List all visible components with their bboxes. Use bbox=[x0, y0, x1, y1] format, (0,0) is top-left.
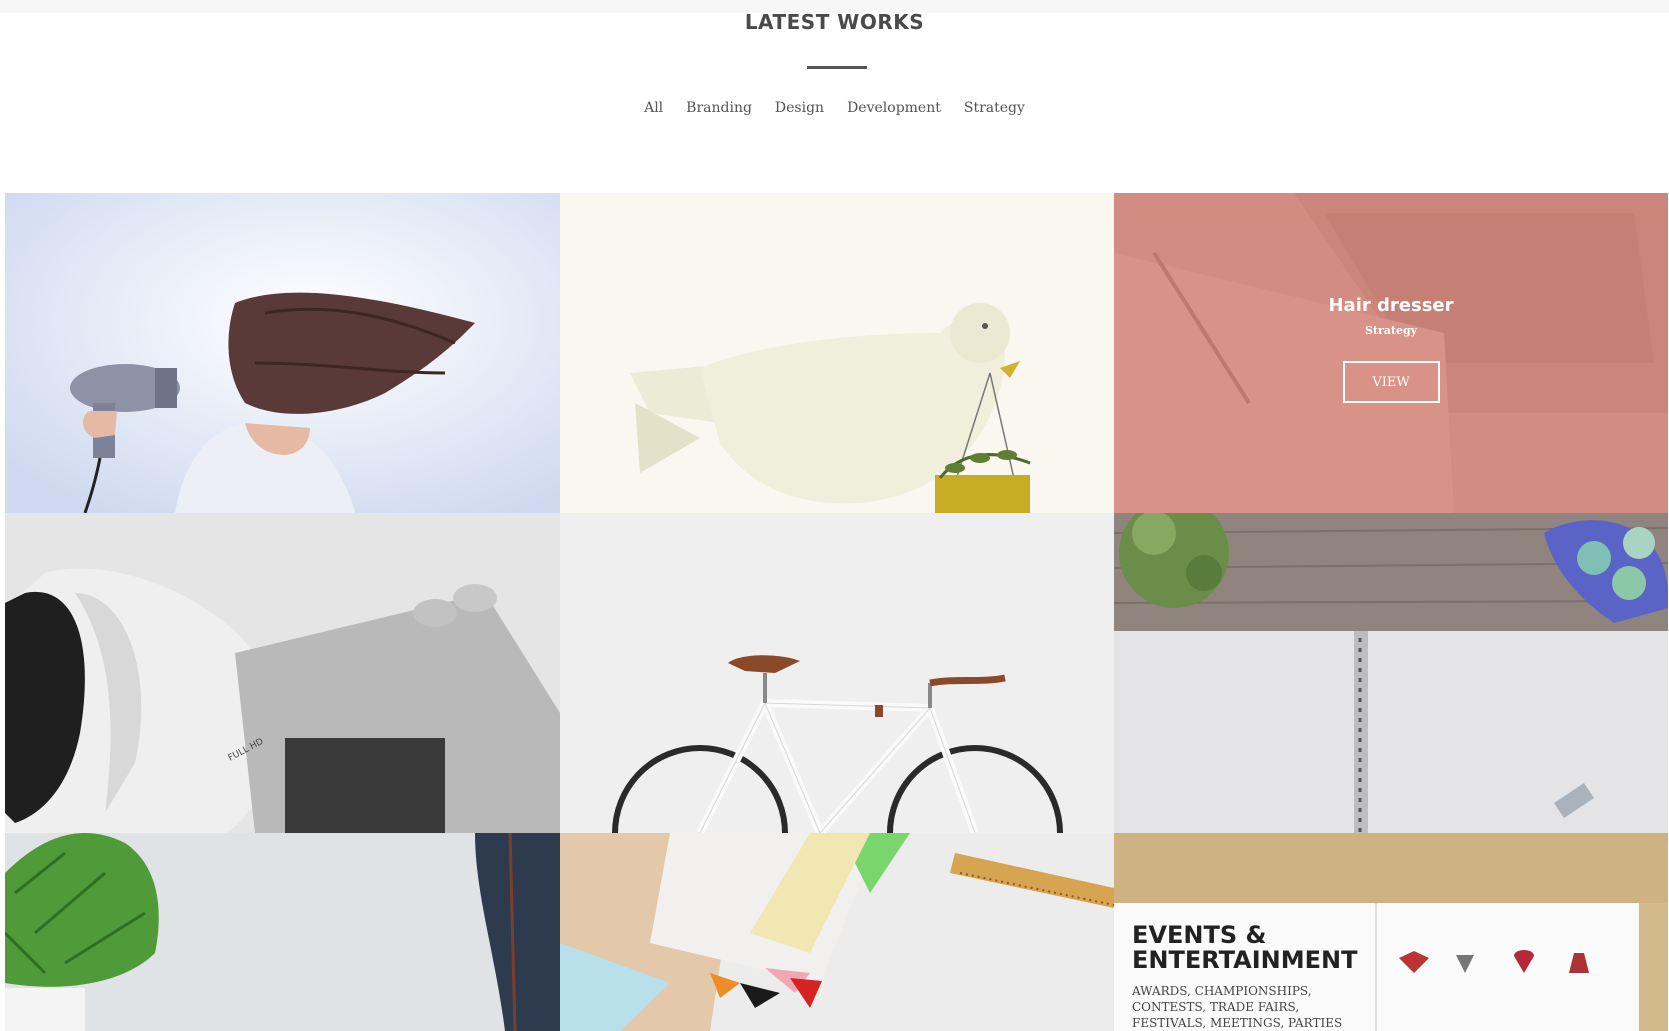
portfolio-item-camera[interactable]: FULL HD bbox=[5, 513, 560, 833]
portfolio-item-dove[interactable] bbox=[560, 193, 1114, 513]
portfolio-filter-bar: All Branding Design Development Strategy bbox=[0, 100, 1669, 116]
poster-sub-1: AWARDS, CHAMPIONSHIPS, bbox=[1131, 984, 1312, 998]
hover-overlay: Hair dresser Strategy VIEW bbox=[1114, 193, 1668, 513]
hair-dryer-image bbox=[5, 193, 560, 513]
filter-development[interactable]: Development bbox=[847, 100, 941, 116]
title-divider bbox=[807, 66, 867, 69]
portfolio-item-title: Hair dresser bbox=[1328, 295, 1454, 316]
poster-heading-1: EVENTS & bbox=[1132, 921, 1266, 949]
filter-design[interactable]: Design bbox=[775, 100, 824, 116]
camera-image: FULL HD bbox=[5, 513, 560, 833]
filter-branding[interactable]: Branding bbox=[686, 100, 752, 116]
portfolio-item-plant[interactable] bbox=[5, 833, 560, 1031]
filter-strategy[interactable]: Strategy bbox=[964, 100, 1025, 116]
notebook-desk-image bbox=[1114, 513, 1668, 833]
dove-illustration bbox=[560, 193, 1114, 513]
events-poster-image: EVENTS & ENTERTAINMENT AWARDS, CHAMPIONS… bbox=[1114, 833, 1668, 1031]
portfolio-item-notebook[interactable] bbox=[1114, 513, 1668, 833]
view-button[interactable]: VIEW bbox=[1342, 361, 1440, 403]
poster-sub-2: CONTESTS, TRADE FAIRS, bbox=[1132, 1000, 1299, 1014]
portfolio-item-category: Strategy bbox=[1364, 324, 1418, 337]
poster-heading-2: ENTERTAINMENT bbox=[1132, 946, 1358, 974]
papers-ruler-image bbox=[560, 833, 1114, 1031]
filter-all[interactable]: All bbox=[644, 100, 663, 116]
section-title: LATEST WORKS bbox=[744, 10, 925, 34]
portfolio-item-papers[interactable] bbox=[560, 833, 1114, 1031]
portfolio-item-hair-dryer[interactable] bbox=[5, 193, 560, 513]
bicycle-image bbox=[560, 513, 1114, 833]
poster-sub-3: FESTIVALS, MEETINGS, PARTIES bbox=[1132, 1016, 1342, 1030]
portfolio-item-hair-dresser[interactable]: Hair dresser Strategy VIEW bbox=[1114, 193, 1668, 513]
portfolio-item-bicycle[interactable] bbox=[560, 513, 1114, 833]
portfolio-item-events-poster[interactable]: EVENTS & ENTERTAINMENT AWARDS, CHAMPIONS… bbox=[1114, 833, 1668, 1031]
portfolio-grid: Hair dresser Strategy VIEW FULL HD EVENT… bbox=[5, 193, 1668, 1031]
plant-image bbox=[5, 833, 560, 1031]
